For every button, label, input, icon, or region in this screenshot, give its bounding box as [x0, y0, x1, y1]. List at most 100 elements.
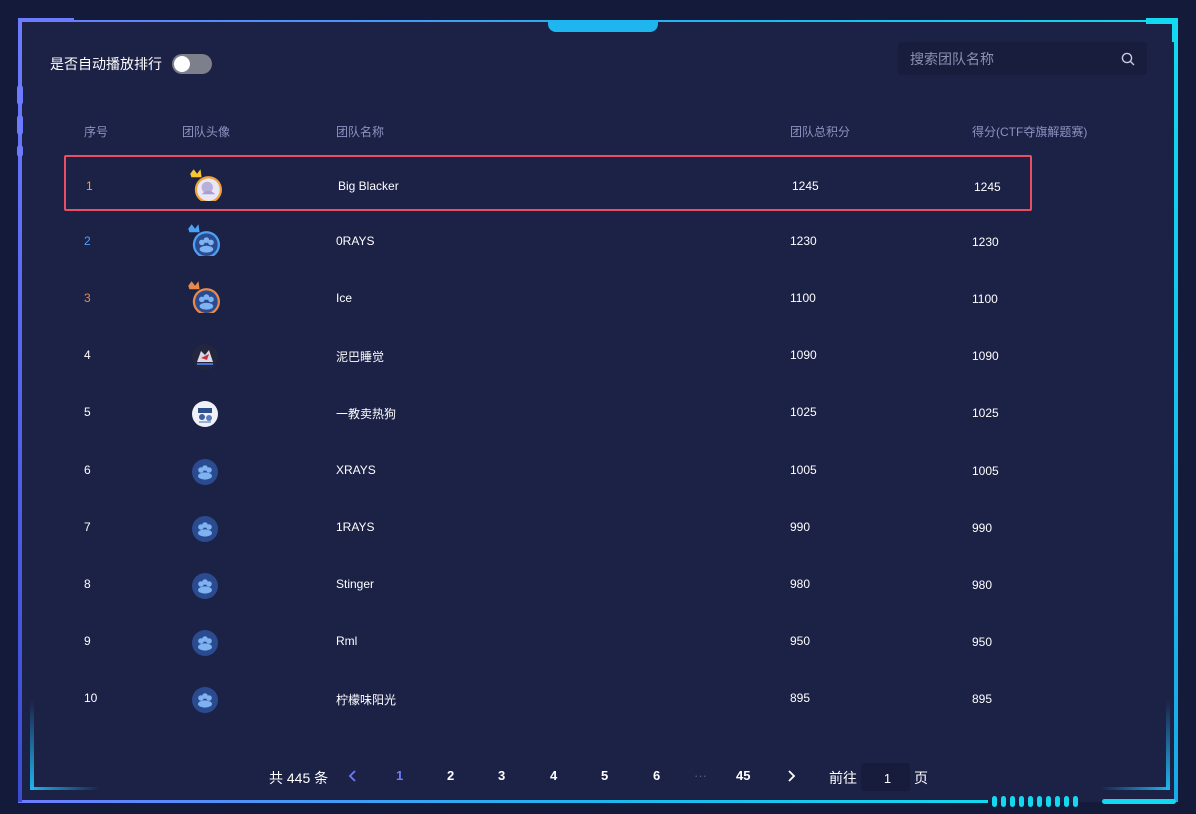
ctf-score-cell: 895: [972, 692, 993, 706]
table-row[interactable]: 4 泥巴睡觉 1090 1090: [64, 326, 1032, 382]
total-score-cell: 895: [790, 691, 811, 705]
frame-glow-bottom-left: [30, 787, 100, 790]
goto-suffix: 页: [914, 770, 928, 786]
team-name-cell: Ice: [336, 291, 353, 305]
table-row[interactable]: 3 Ice 1100 1100: [64, 269, 1032, 325]
crown-gold-avatar-icon: [190, 169, 222, 201]
rank-cell: 1: [86, 179, 93, 193]
team-name-cell: 一教卖热狗: [336, 407, 397, 421]
ctf-score-cell: 1025: [972, 406, 999, 420]
rank-cell: 2: [84, 234, 91, 248]
team-name-cell: 1RAYS: [336, 520, 375, 534]
page-last-button[interactable]: 45: [736, 768, 750, 783]
page-3-button[interactable]: 3: [498, 768, 505, 783]
chevron-right-icon[interactable]: [785, 770, 797, 782]
table-row[interactable]: 6 XRAYS 1005 1005: [64, 441, 1032, 497]
rank-cell: 6: [84, 463, 91, 477]
team-avatar-icon: [192, 630, 218, 656]
total-score-cell: 1100: [790, 291, 816, 305]
team-avatar-icon: [192, 516, 218, 542]
page-1-button[interactable]: 1: [396, 768, 403, 783]
search-icon[interactable]: [1121, 52, 1135, 66]
goto-page-input[interactable]: [861, 763, 914, 793]
frame-border-bottom: [18, 800, 988, 803]
team-name-cell: Stinger: [336, 577, 375, 591]
header-rank: 序号: [84, 125, 109, 139]
page-4-button[interactable]: 4: [550, 768, 557, 783]
total-suffix: 条: [314, 770, 329, 786]
team-avatar-icon: [192, 687, 218, 713]
header-ctf-score: 得分(CTF夺旗解题赛): [972, 125, 1088, 139]
rank-cell: 10: [84, 691, 98, 705]
frame-glow-bottom-right: [1100, 787, 1170, 790]
frame-top-tab: [548, 20, 658, 32]
page-6-button[interactable]: 6: [653, 768, 660, 783]
header-avatar: 团队头像: [182, 125, 231, 139]
ctf-score-cell: 1005: [972, 464, 999, 478]
frame-border-right: [1174, 22, 1178, 802]
table-row[interactable]: 2 0RAYS 1230 1230: [64, 212, 1032, 268]
goto-prefix: 前往: [829, 770, 857, 786]
table-row[interactable]: 8 Stinger 980 980: [64, 555, 1032, 611]
ctf-score-cell: 950: [972, 635, 993, 649]
total-prefix: 共: [269, 770, 283, 786]
frame-dash-long: [1102, 799, 1176, 804]
crown-blue-avatar-icon: [188, 224, 220, 256]
team-name-cell: 0RAYS: [336, 234, 375, 248]
team-name-cell: XRAYS: [336, 463, 376, 477]
frame-glow-bottom-right: [1166, 700, 1170, 790]
team-name-cell: 柠檬味阳光: [336, 693, 397, 707]
total-score-cell: 980: [790, 577, 811, 591]
total-score-cell: 1005: [790, 463, 817, 477]
total-count: 445: [286, 770, 311, 786]
frame-corner-top-right: [1146, 18, 1178, 42]
total-score-cell: 1230: [790, 234, 817, 248]
table-row[interactable]: 1 Big Blacker 1245 1245: [64, 155, 1032, 211]
rank-cell: 8: [84, 577, 91, 591]
total-score-cell: 1025: [790, 405, 817, 419]
rank-cell: 9: [84, 634, 91, 648]
ctf-score-cell: 990: [972, 521, 993, 535]
table-row[interactable]: 5 一教卖热狗 1025 1025: [64, 383, 1032, 439]
wolf-avatar-icon: [192, 344, 218, 370]
autoplay-control: 是否自动播放排行: [50, 54, 212, 74]
team-avatar-icon: [192, 459, 218, 485]
autoplay-toggle[interactable]: [172, 54, 212, 74]
total-score-cell: 990: [790, 520, 811, 534]
toggle-knob: [174, 56, 190, 72]
rank-cell: 5: [84, 405, 91, 419]
frame-left-accent: [17, 115, 23, 135]
header-team-name: 团队名称: [336, 125, 385, 139]
table-row[interactable]: 7 1RAYS 990 990: [64, 498, 1032, 554]
page-ellipsis[interactable]: ···: [694, 768, 707, 783]
frame-glow-bottom-left: [30, 700, 34, 790]
total-score-cell: 1090: [790, 348, 817, 362]
photo-avatar-icon: [192, 401, 218, 427]
header-total-score: 团队总积分: [790, 125, 851, 139]
table-row[interactable]: 9 Rml 950 950: [64, 612, 1032, 668]
team-search: [898, 42, 1147, 75]
team-name-cell: 泥巴睡觉: [336, 350, 385, 364]
frame-left-accent: [17, 145, 23, 157]
page-2-button[interactable]: 2: [447, 768, 454, 783]
table-row[interactable]: 10 柠檬味阳光 895 895: [64, 669, 1032, 725]
frame-border-left: [18, 22, 22, 802]
rank-cell: 4: [84, 348, 91, 362]
chevron-left-icon[interactable]: [347, 770, 359, 782]
team-name-cell: Rml: [336, 634, 358, 648]
rank-cell: 3: [84, 291, 91, 305]
ctf-score-cell: 1090: [972, 349, 999, 363]
total-score-cell: 950: [790, 634, 811, 648]
total-score-cell: 1245: [792, 179, 819, 193]
rank-cell: 7: [84, 520, 91, 534]
frame-dash-strip: [992, 796, 1078, 807]
page-5-button[interactable]: 5: [601, 768, 608, 783]
team-name-cell: Big Blacker: [338, 179, 399, 193]
pagination-total: 共 445 条: [269, 768, 328, 790]
goto-page-field: [861, 763, 914, 793]
search-input[interactable]: [908, 48, 1112, 70]
autoplay-label: 是否自动播放排行: [50, 56, 162, 72]
frame-corner-top-left: [18, 18, 74, 28]
frame-left-accent: [17, 85, 23, 105]
team-avatar-icon: [192, 573, 218, 599]
